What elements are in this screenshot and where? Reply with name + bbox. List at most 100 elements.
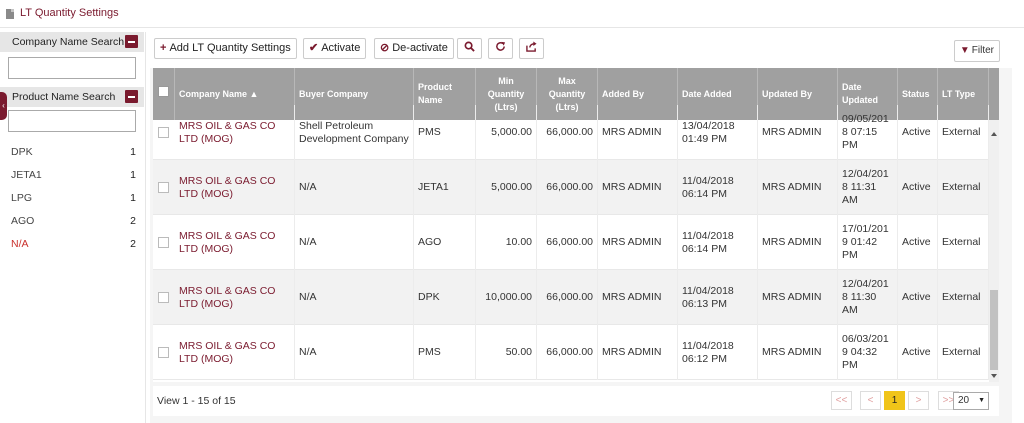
row-checkbox[interactable] [158, 182, 169, 193]
export-button[interactable] [519, 38, 544, 59]
page-title: LT Quantity Settings [20, 7, 119, 19]
cell-buyer: Shell Petroleum Development Company [295, 105, 414, 160]
table-row[interactable]: MRS OIL & GAS CO LTD (MOG) Shell Petrole… [153, 105, 999, 160]
header-date-updated-label: Date Updated [842, 82, 878, 105]
cell-max: 66,000.00 [537, 105, 598, 160]
lt-quantity-grid: Company Name ▲ Buyer Company Product Nam… [153, 68, 999, 382]
activate-button-label: Activate [321, 42, 361, 54]
company-search-input[interactable] [8, 57, 136, 79]
sidebar-toggle-chevron-left-icon[interactable]: ‹ [0, 92, 7, 120]
header-updated-by-label: Updated By [762, 88, 813, 99]
cell-company[interactable]: MRS OIL & GAS CO LTD (MOG) [175, 270, 295, 325]
cell-date-added: 11/04/2018 06:12 PM [678, 325, 758, 380]
table-row[interactable]: MRS OIL & GAS CO LTD (MOG) N/A AGO 10.00… [153, 215, 999, 270]
next-page-button[interactable]: > [908, 391, 929, 410]
vertical-scrollbar[interactable] [989, 120, 999, 382]
records-info: View 1 - 15 of 15 [157, 395, 236, 407]
filter-button[interactable]: ▼ Filter [953, 40, 1000, 62]
search-icon [464, 41, 475, 52]
table-row[interactable]: MRS OIL & GAS CO LTD (MOG) N/A DPK 10,00… [153, 270, 999, 325]
cell-date-added: 11/04/2018 06:14 PM [678, 160, 758, 215]
cell-added-by: MRS ADMIN [598, 105, 678, 160]
cell-company[interactable]: MRS OIL & GAS CO LTD (MOG) [175, 105, 295, 160]
company-search-label: Company Name Search [12, 36, 125, 48]
table-row[interactable]: MRS OIL & GAS CO LTD (MOG) N/A JETA1 5,0… [153, 160, 999, 215]
row-checkbox[interactable] [158, 237, 169, 248]
cell-lt-type: External [938, 160, 989, 215]
row-checkbox[interactable] [158, 347, 169, 358]
cell-lt-type: External [938, 215, 989, 270]
scroll-down-icon[interactable] [991, 374, 997, 378]
product-item-na[interactable]: N/A 2 [0, 234, 144, 257]
row-checkbox[interactable] [158, 127, 169, 138]
add-button-label: Add LT Quantity Settings [169, 42, 291, 54]
product-search-input[interactable] [8, 110, 136, 132]
cell-updated-by: MRS ADMIN [758, 215, 838, 270]
scrollbar-thumb[interactable] [990, 290, 998, 370]
header-company-label: Company Name [179, 88, 248, 99]
cell-added-by: MRS ADMIN [598, 325, 678, 380]
product-name: LPG [11, 192, 33, 204]
cell-date-updated: 12/04/201 8 11:30 AM [838, 270, 898, 325]
cell-buyer: N/A [295, 215, 414, 270]
cell-status: Active [898, 215, 938, 270]
activate-button[interactable]: ✔ Activate [303, 38, 367, 59]
sort-asc-icon: ▲ [249, 88, 259, 99]
cell-min: 50.00 [476, 325, 537, 380]
cell-min: 5,000.00 [476, 105, 537, 160]
product-item-jeta1[interactable]: JETA1 1 [0, 165, 144, 188]
header-product-label: Product Name [418, 82, 453, 105]
page-size-select[interactable]: 20 [953, 392, 989, 410]
funnel-icon: ▼ [959, 45, 970, 56]
first-page-button[interactable]: << [831, 391, 852, 410]
table-row[interactable]: MRS OIL & GAS CO LTD (MOG) N/A PMS 50.00… [153, 325, 999, 380]
product-search-header[interactable]: Product Name Search [0, 87, 144, 107]
check-icon: ✔ [309, 42, 319, 54]
product-item-lpg[interactable]: LPG 1 [0, 188, 144, 211]
cell-updated-by: MRS ADMIN [758, 160, 838, 215]
cell-company[interactable]: MRS OIL & GAS CO LTD (MOG) [175, 325, 295, 380]
header-status-label: Status [902, 88, 930, 99]
cell-date-added: 11/04/2018 06:13 PM [678, 270, 758, 325]
cell-company[interactable]: MRS OIL & GAS CO LTD (MOG) [175, 215, 295, 270]
prev-page-button[interactable]: < [860, 391, 881, 410]
page-1-button[interactable]: 1 [884, 391, 905, 410]
search-button[interactable] [457, 38, 482, 59]
cell-buyer: N/A [295, 270, 414, 325]
main-panel: + Add LT Quantity Settings ✔ Activate ⊘ De-… [150, 32, 1012, 423]
product-item-dpk[interactable]: DPK 1 [0, 142, 144, 165]
header-lt-type-label: LT Type [942, 88, 976, 99]
cell-updated-by: MRS ADMIN [758, 325, 838, 380]
header-date-added-label: Date Added [682, 88, 732, 99]
refresh-button[interactable] [488, 38, 513, 59]
scroll-up-icon[interactable] [991, 132, 997, 136]
select-all-checkbox[interactable] [158, 86, 169, 97]
add-lt-quantity-button[interactable]: + Add LT Quantity Settings [154, 38, 297, 59]
cell-lt-type: External [938, 105, 989, 160]
export-icon [526, 41, 537, 52]
cell-date-updated: 06/03/201 9 04:32 PM [838, 325, 898, 380]
deactivate-button[interactable]: ⊘ De-activate [374, 38, 454, 59]
cell-max: 66,000.00 [537, 325, 598, 380]
cell-status: Active [898, 105, 938, 160]
collapse-minus-icon[interactable] [125, 90, 138, 103]
cell-lt-type: External [938, 270, 989, 325]
cell-status: Active [898, 325, 938, 380]
row-checkbox[interactable] [158, 292, 169, 303]
cell-added-by: MRS ADMIN [598, 160, 678, 215]
cell-date-added: 11/04/2018 06:14 PM [678, 215, 758, 270]
top-bar: LT Quantity Settings [0, 0, 1024, 28]
cell-company[interactable]: MRS OIL & GAS CO LTD (MOG) [175, 160, 295, 215]
company-search-header[interactable]: Company Name Search [0, 32, 144, 52]
cell-max: 66,000.00 [537, 270, 598, 325]
cell-product: AGO [414, 215, 476, 270]
cell-product: PMS [414, 325, 476, 380]
cell-product: PMS [414, 105, 476, 160]
refresh-icon [496, 41, 506, 51]
cell-buyer: N/A [295, 325, 414, 380]
product-item-ago[interactable]: AGO 2 [0, 211, 144, 234]
collapse-minus-icon[interactable] [125, 35, 138, 48]
cell-updated-by: MRS ADMIN [758, 270, 838, 325]
cell-date-updated: 12/04/201 8 11:31 AM [838, 160, 898, 215]
document-icon [6, 9, 14, 19]
